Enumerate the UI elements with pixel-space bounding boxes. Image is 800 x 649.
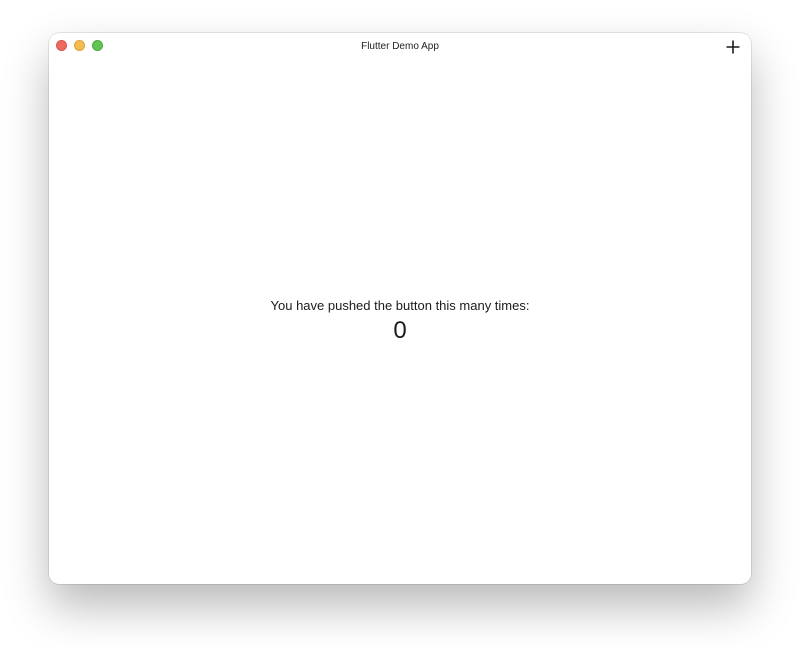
desktop-background: Flutter Demo App You have pushed the but… bbox=[0, 0, 800, 649]
increment-button[interactable] bbox=[724, 38, 742, 56]
main-content: You have pushed the button this many tim… bbox=[49, 59, 751, 584]
title-bar: Flutter Demo App bbox=[49, 33, 751, 59]
window-title: Flutter Demo App bbox=[361, 41, 439, 52]
counter-value: 0 bbox=[393, 317, 407, 344]
app-window: Flutter Demo App You have pushed the but… bbox=[49, 33, 751, 584]
plus-icon bbox=[726, 40, 740, 54]
counter-message: You have pushed the button this many tim… bbox=[270, 298, 530, 313]
